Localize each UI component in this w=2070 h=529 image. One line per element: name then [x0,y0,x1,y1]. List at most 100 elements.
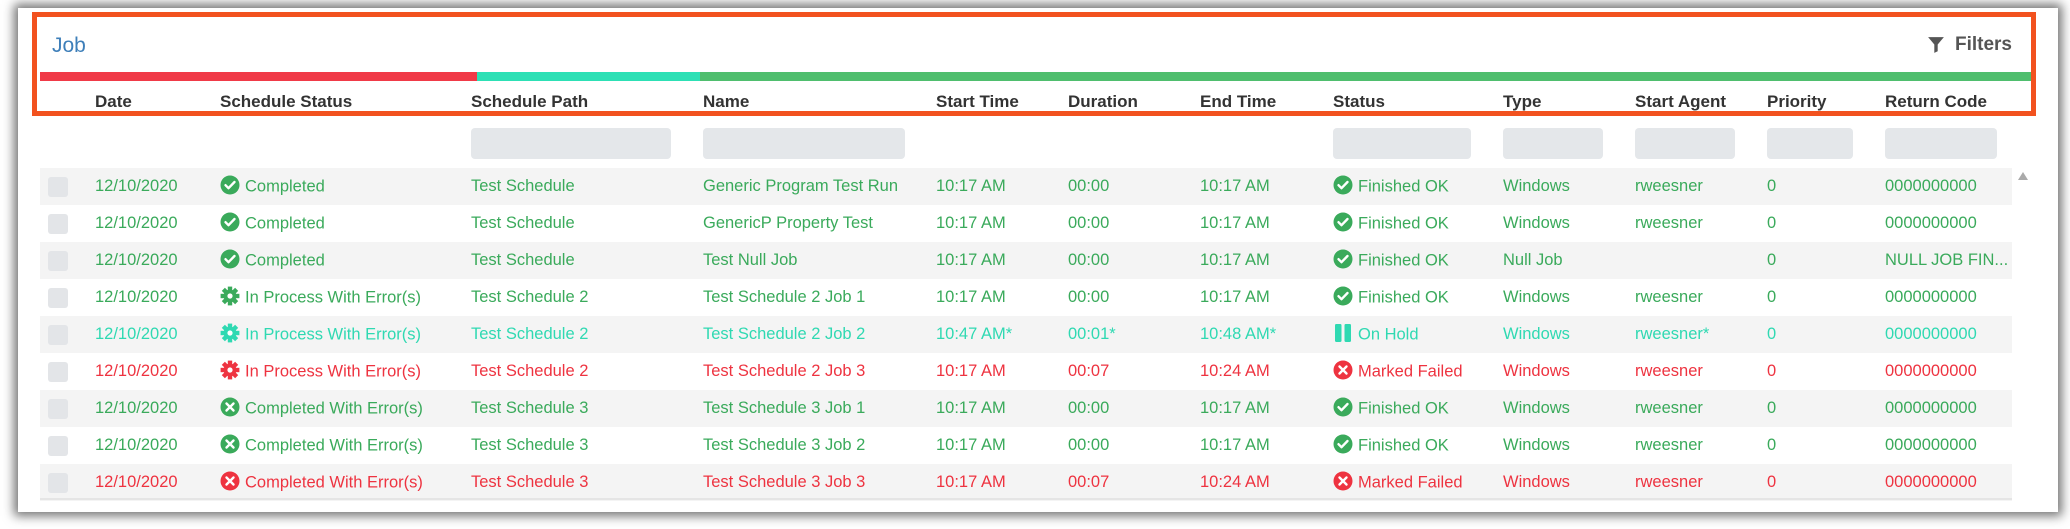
column-filter-input[interactable] [471,128,671,159]
table-row[interactable]: 12/10/2020 Completed With Error(s) Test Sc… [40,390,2012,427]
column-filter-input[interactable] [1333,128,1471,159]
row-select-checkbox[interactable] [48,473,68,493]
cell-end: 10:17 AM [1200,288,1270,306]
column-header-type[interactable]: Type [1503,92,1541,112]
row-select-checkbox[interactable] [48,288,68,308]
table-row[interactable]: 12/10/2020 Completed Test Schedule Generic … [40,168,2012,205]
row-select-checkbox[interactable] [48,177,68,197]
cell-code: 0000000000 [1885,473,1977,491]
row-select-checkbox[interactable] [48,399,68,419]
column-header-priority[interactable]: Priority [1767,92,1827,112]
cell-end: 10:48 AM* [1200,325,1277,343]
status-bar-segment [477,72,700,81]
cell-start: 10:17 AM [936,473,1006,491]
table-row[interactable]: 12/10/2020 In Process With Error(s) Test S… [40,279,2012,316]
column-filter-input[interactable] [1503,128,1603,159]
cell-text: Completed With Error(s) [245,399,423,418]
column-header-end-time[interactable]: End Time [1200,92,1276,112]
cell-sched-status: Completed With Error(s) [220,397,423,419]
cell-type: Windows [1503,214,1570,232]
column-filter-input[interactable] [1635,128,1735,159]
cell-path: Test Schedule 3 [471,399,589,417]
cell-start: 10:17 AM [936,251,1006,269]
column-header-duration[interactable]: Duration [1068,92,1138,112]
cell-sched-status: Completed [220,212,325,234]
vertical-scrollbar[interactable] [2013,170,2031,500]
cell-type: Windows [1503,362,1570,380]
cell-agent: rweesner* [1635,325,1710,343]
cell-date: 12/10/2020 [95,288,178,306]
cell-agent: rweesner [1635,288,1703,306]
column-header-name[interactable]: Name [703,92,749,112]
table-row[interactable]: 12/10/2020 In Process With Error(s) Test S… [40,353,2012,390]
check-circle-icon [220,212,240,232]
cell-code: 0000000000 [1885,214,1977,232]
cell-start: 10:17 AM [936,362,1006,380]
cell-duration: 00:00 [1068,288,1110,306]
cell-path: Test Schedule 3 [471,436,589,454]
filters-button[interactable]: Filters [1927,34,2012,56]
cell-type: Windows [1503,473,1570,491]
column-filter-input[interactable] [703,128,905,159]
cell-agent: rweesner [1635,399,1703,417]
cell-status: On Hold [1333,324,1419,345]
cell-duration: 00:00 [1068,399,1110,417]
cell-end: 10:24 AM [1200,362,1270,380]
cell-name: Test Schedule 3 Job 3 [703,473,866,491]
cell-date: 12/10/2020 [95,325,178,343]
table-row[interactable]: 12/10/2020 Completed With Error(s) Test Sc… [40,427,2012,464]
cell-type: Windows [1503,177,1570,195]
cell-name: Test Schedule 2 Job 1 [703,288,866,306]
cell-text: Marked Failed [1358,362,1463,381]
column-header-schedule-status[interactable]: Schedule Status [220,92,352,112]
row-select-checkbox[interactable] [48,362,68,382]
column-header-status[interactable]: Status [1333,92,1385,112]
row-select-checkbox[interactable] [48,325,68,345]
column-header-date[interactable]: Date [95,92,132,112]
cell-text: Completed With Error(s) [245,473,423,492]
cell-type: Null Job [1503,251,1563,269]
cell-date: 12/10/2020 [95,251,178,269]
cell-end: 10:17 AM [1200,214,1270,232]
table-row[interactable]: 12/10/2020 Completed Test Schedule GenericP… [40,205,2012,242]
cell-name: Test Schedule 3 Job 2 [703,436,866,454]
cell-text: Marked Failed [1358,473,1463,492]
cell-status: Marked Failed [1333,471,1463,493]
column-header-start-time[interactable]: Start Time [936,92,1019,112]
cell-text: In Process With Error(s) [245,362,422,381]
cell-end: 10:17 AM [1200,436,1270,454]
cell-start: 10:17 AM [936,288,1006,306]
column-header-schedule-path[interactable]: Schedule Path [471,92,588,112]
scroll-up-arrow-icon[interactable] [2018,172,2028,180]
column-header-return-code[interactable]: Return Code [1885,92,1987,112]
column-filter-input[interactable] [1767,128,1853,159]
cell-status: Finished OK [1333,434,1449,456]
cell-date: 12/10/2020 [95,436,178,454]
cell-agent: rweesner [1635,473,1703,491]
table-row[interactable]: 12/10/2020 Completed With Error(s) Test Sc… [40,464,2012,501]
row-select-checkbox[interactable] [48,251,68,271]
row-select-checkbox[interactable] [48,436,68,456]
cell-name: Test Schedule 3 Job 1 [703,399,866,417]
cell-duration: 00:07 [1068,473,1110,491]
cell-sched-status: Completed [220,249,325,271]
check-circle-icon [1333,434,1353,454]
cell-sched-status: In Process With Error(s) [220,323,421,345]
cell-text: Completed [245,251,325,270]
cell-type: Windows [1503,325,1570,343]
cell-sched-status: In Process With Error(s) [220,286,421,308]
cell-text: Finished OK [1358,288,1449,307]
cell-date: 12/10/2020 [95,399,178,417]
column-header-start-agent[interactable]: Start Agent [1635,92,1726,112]
cell-agent: rweesner [1635,436,1703,454]
cell-date: 12/10/2020 [95,214,178,232]
row-select-checkbox[interactable] [48,214,68,234]
cell-start: 10:17 AM [936,214,1006,232]
table-row[interactable]: 12/10/2020 Completed Test Schedule Test Nul… [40,242,2012,279]
cell-priority: 0 [1767,325,1777,343]
cell-end: 10:17 AM [1200,177,1270,195]
column-filter-input[interactable] [1885,128,1997,159]
cell-priority: 0 [1767,214,1777,232]
cell-text: On Hold [1358,325,1419,344]
table-row[interactable]: 12/10/2020 In Process With Error(s) Test S… [40,316,2012,353]
